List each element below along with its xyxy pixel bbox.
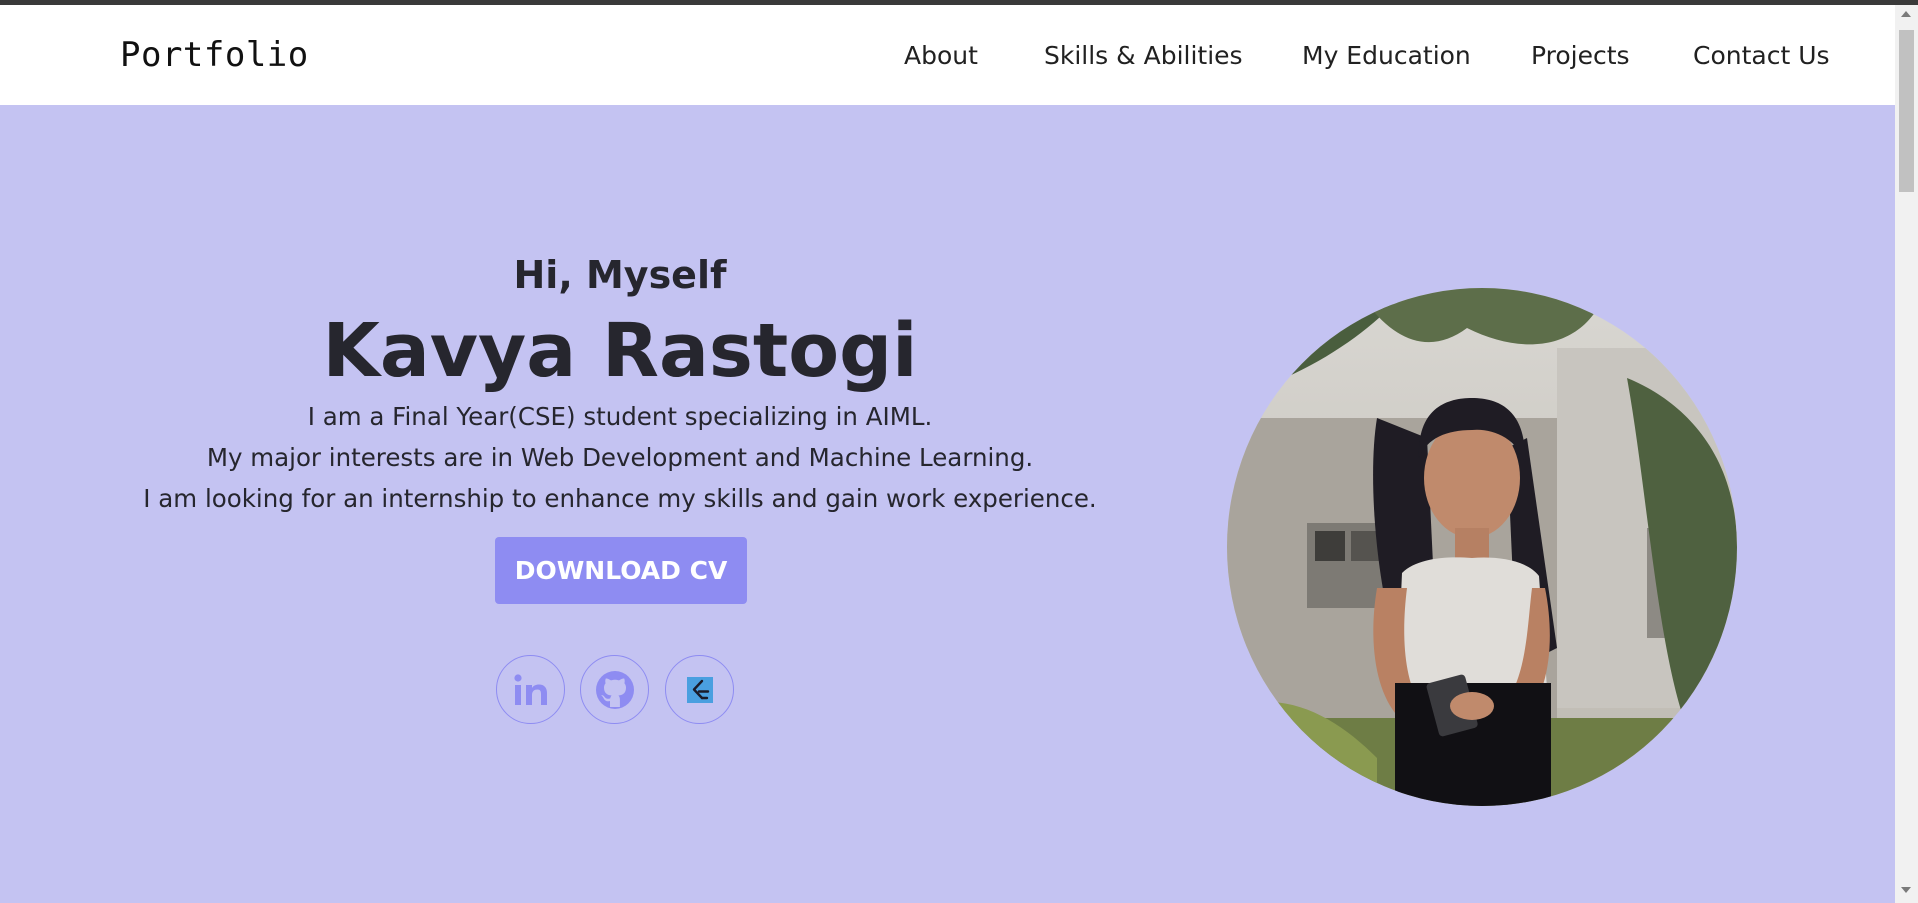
nav-link-about[interactable]: About — [904, 41, 978, 70]
hero-section: Hi, Myself Kavya Rastogi I am a Final Ye… — [0, 105, 1895, 903]
nav-link-projects[interactable]: Projects — [1531, 41, 1630, 70]
download-cv-button[interactable]: DOWNLOAD CV — [495, 537, 747, 604]
linkedin-icon — [513, 673, 547, 705]
bio-line: My major interests are in Web Developmen… — [206, 443, 1034, 472]
profile-photo — [1227, 288, 1737, 806]
linkedin-link[interactable] — [496, 655, 565, 724]
hero-name: Kavya Rastogi — [322, 308, 918, 394]
github-icon — [595, 670, 634, 709]
leetcode-link[interactable] — [665, 655, 734, 724]
brand-logo[interactable]: Portfolio — [120, 35, 309, 75]
hero-greeting: Hi, Myself — [513, 253, 727, 297]
nav-link-skills[interactable]: Skills & Abilities — [1044, 41, 1243, 70]
scroll-thumb[interactable] — [1899, 30, 1914, 192]
github-link[interactable] — [580, 655, 649, 724]
scroll-up-icon[interactable] — [1901, 11, 1911, 17]
page-scrollbar[interactable] — [1895, 5, 1918, 903]
nav-link-education[interactable]: My Education — [1302, 41, 1471, 70]
scroll-down-icon[interactable] — [1901, 887, 1911, 893]
bio-line: I am looking for an internship to enhanc… — [143, 484, 1097, 513]
hero-intro: Hi, Myself Kavya Rastogi I am a Final Ye… — [120, 250, 1120, 519]
navbar: Portfolio About Skills & Abilities My Ed… — [0, 5, 1895, 105]
nav-link-contact[interactable]: Contact Us — [1693, 41, 1830, 70]
leetcode-icon — [686, 676, 713, 703]
bio-line: I am a Final Year(CSE) student specializ… — [307, 402, 933, 431]
